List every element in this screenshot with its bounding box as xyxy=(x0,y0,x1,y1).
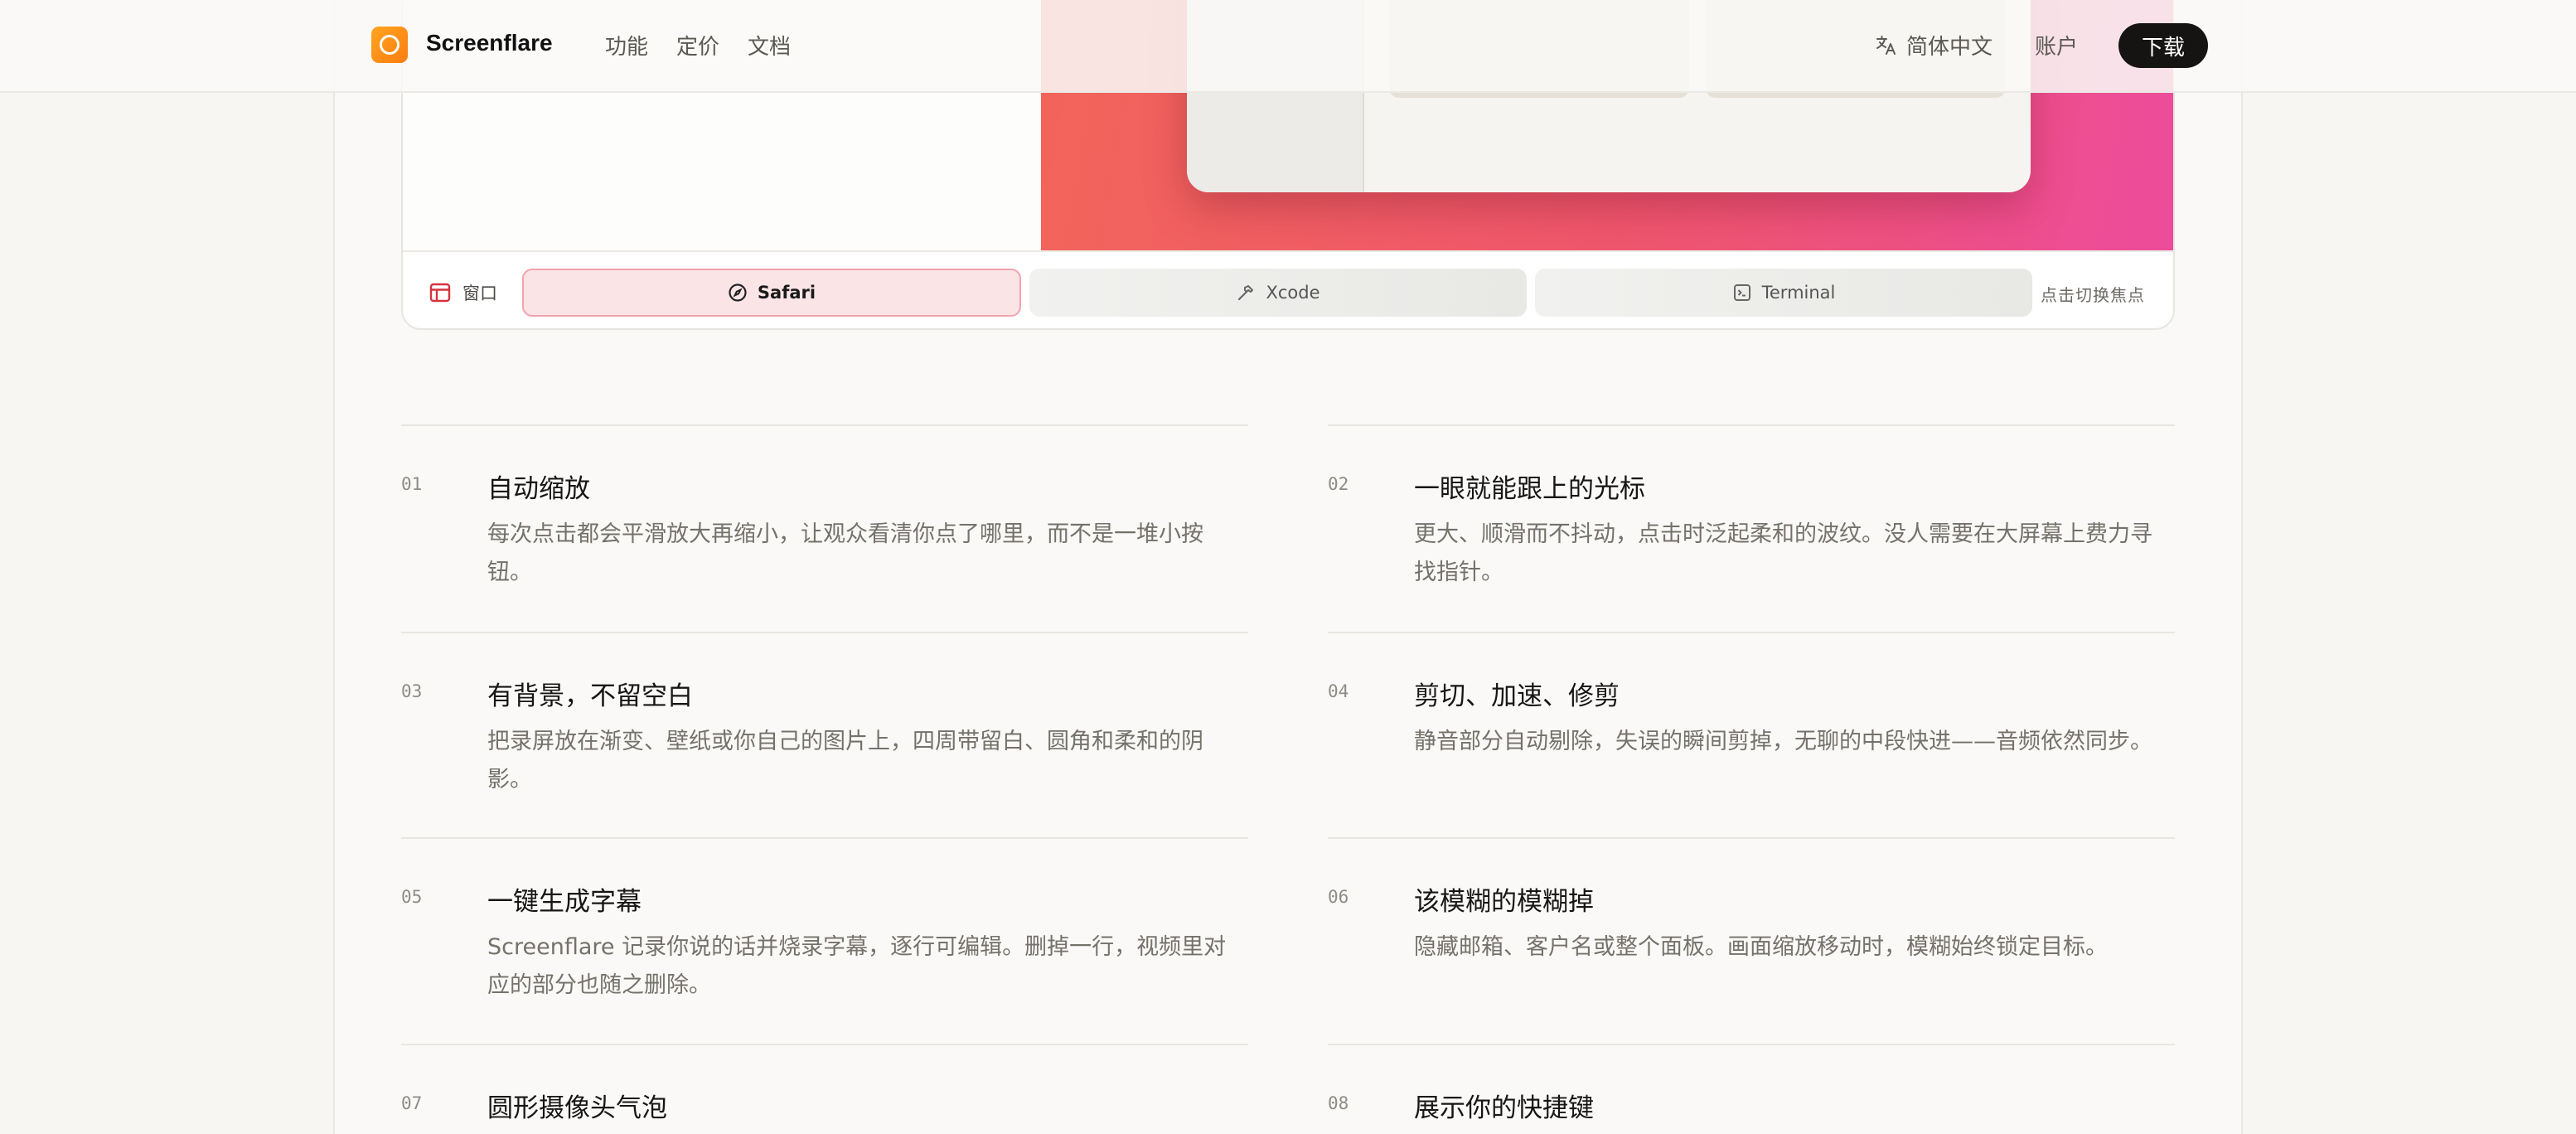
nav-link-features[interactable]: 功能 xyxy=(605,30,648,61)
tab-label: Terminal xyxy=(1761,283,1836,303)
feature-item: 01 自动缩放 每次点击都会平滑放大再缩小，让观众看清你点了哪里，而不是一堆小按… xyxy=(401,424,1248,632)
feature-number: 08 xyxy=(1328,1093,1349,1113)
feature-item: 03 有背景，不留空白 把录屏放在渐变、壁纸或你自己的图片上，四周带留白、圆角和… xyxy=(401,632,1248,839)
language-label: 简体中文 xyxy=(1906,35,1993,60)
tab-terminal[interactable]: Terminal xyxy=(1535,269,2032,317)
feature-number: 04 xyxy=(1328,681,1349,701)
top-navigation-bar: Screenflare 功能 定价 文档 简体中文 账户 下载 xyxy=(0,0,2576,93)
feature-description: Screenflare 记录你说的话并烧录字幕，逐行可编辑。删掉一行，视频里对应… xyxy=(487,934,1227,998)
window-icon xyxy=(429,283,451,303)
tab-label: Xcode xyxy=(1266,283,1320,303)
tab-label: Safari xyxy=(757,283,816,303)
app-logo-icon[interactable] xyxy=(371,27,408,63)
window-switcher: 窗口 Safari Xcode Terminal 点击切换焦点 xyxy=(403,250,2173,328)
feature-item: 05 一键生成字幕 Screenflare 记录你说的话并烧录字幕，逐行可编辑。… xyxy=(401,837,1248,1044)
feature-title: 一眼就能跟上的光标 xyxy=(1414,474,1645,504)
brand-name[interactable]: Screenflare xyxy=(426,30,553,56)
download-button[interactable]: 下载 xyxy=(2118,23,2208,68)
feature-item: 08 展示你的快捷键 xyxy=(1328,1044,2175,1134)
terminal-icon xyxy=(1733,284,1750,301)
feature-number: 05 xyxy=(401,887,423,907)
feature-description: 把录屏放在渐变、壁纸或你自己的图片上，四周带留白、圆角和柔和的阴影。 xyxy=(487,729,1203,792)
feature-title: 该模糊的模糊掉 xyxy=(1414,887,1594,917)
feature-number: 07 xyxy=(401,1093,423,1113)
language-selector[interactable]: 简体中文 xyxy=(1875,30,1993,61)
feature-title: 展示你的快捷键 xyxy=(1414,1093,1594,1123)
feature-description: 更大、顺滑而不抖动，点击时泛起柔和的波纹。没人需要在大屏幕上费力寻找指针。 xyxy=(1414,521,2152,585)
nav-links: 功能 定价 文档 xyxy=(605,30,791,61)
feature-title: 有背景，不留空白 xyxy=(487,681,693,711)
nav-link-docs[interactable]: 文档 xyxy=(748,30,791,61)
window-label: 窗口 xyxy=(429,280,497,305)
feature-item: 02 一眼就能跟上的光标 更大、顺滑而不抖动，点击时泛起柔和的波纹。没人需要在大… xyxy=(1328,424,2175,632)
feature-item: 06 该模糊的模糊掉 隐藏邮箱、客户名或整个面板。画面缩放移动时，模糊始终锁定目… xyxy=(1328,837,2175,1044)
feature-title: 剪切、加速、修剪 xyxy=(1414,681,1620,711)
feature-item: 04 剪切、加速、修剪 静音部分自动剔除，失误的瞬间剪掉，无聊的中段快进——音频… xyxy=(1328,632,2175,839)
nav-link-pricing[interactable]: 定价 xyxy=(676,30,719,61)
translate-icon xyxy=(1876,35,1896,55)
account-link[interactable]: 账户 xyxy=(2035,30,2078,61)
feature-title: 自动缩放 xyxy=(487,474,590,504)
feature-description: 每次点击都会平滑放大再缩小，让观众看清你点了哪里，而不是一堆小按钮。 xyxy=(487,521,1203,585)
tab-xcode[interactable]: Xcode xyxy=(1029,269,1527,317)
feature-title: 一键生成字幕 xyxy=(487,887,642,917)
hammer-icon xyxy=(1238,285,1254,301)
feature-number: 02 xyxy=(1328,474,1349,494)
window-label-text: 窗口 xyxy=(462,284,497,303)
tab-safari[interactable]: Safari xyxy=(522,269,1021,317)
feature-description: 隐藏邮箱、客户名或整个面板。画面缩放移动时，模糊始终锁定目标。 xyxy=(1414,934,2108,960)
compass-icon xyxy=(729,284,747,302)
feature-number: 06 xyxy=(1328,887,1349,907)
switch-focus-hint: 点击切换焦点 xyxy=(2041,285,2145,305)
feature-number: 01 xyxy=(401,474,423,494)
feature-number: 03 xyxy=(401,681,423,701)
feature-item: 07 圆形摄像头气泡 xyxy=(401,1044,1248,1134)
feature-description: 静音部分自动剔除，失误的瞬间剪掉，无聊的中段快进——音频依然同步。 xyxy=(1414,729,2152,754)
feature-title: 圆形摄像头气泡 xyxy=(487,1093,667,1123)
